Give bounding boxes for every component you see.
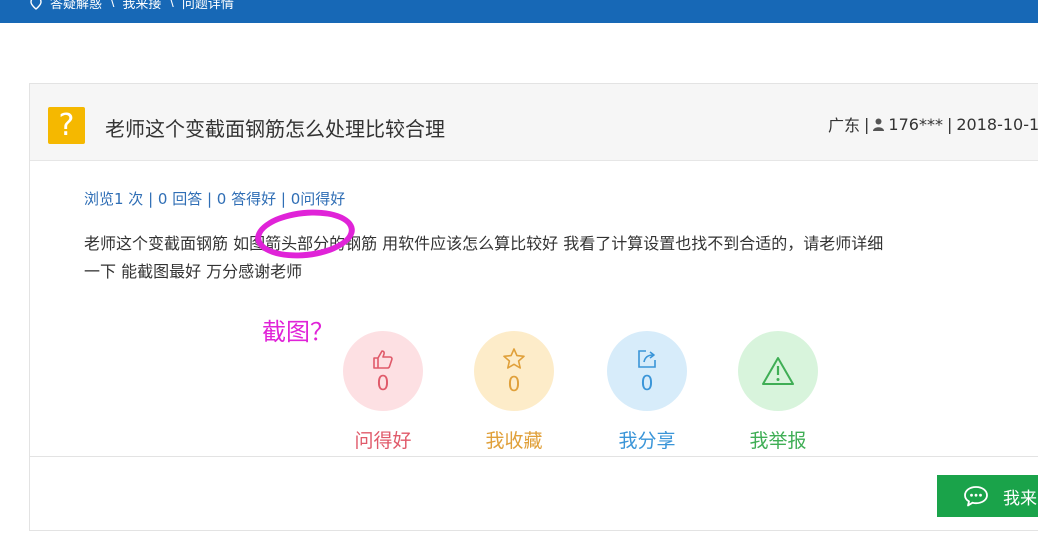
question-meta: 广东 | 176*** | 2018-10-1 xyxy=(828,112,1038,136)
user-icon xyxy=(873,118,885,131)
share-label[interactable]: 我分享 xyxy=(597,426,697,453)
breadcrumb-current: 问题详情 xyxy=(181,0,234,12)
warning-icon xyxy=(762,357,794,385)
content-line: 一下 能截图最好 万分感谢老师 xyxy=(84,262,303,281)
question-card: ? 老师这个变截面钢筋怎么处理比较合理 广东 | 176*** | 2018-1… xyxy=(29,83,1038,531)
question-region: 广东 xyxy=(828,116,861,135)
question-title: 老师这个变截面钢筋怎么处理比较合理 xyxy=(105,117,445,141)
breadcrumb-separator: \ xyxy=(110,0,115,10)
question-content: 老师这个变截面钢筋 如图箭头部分的钢筋 用软件应该怎么算比较好 我看了计算设置也… xyxy=(84,230,1038,286)
favorite-button[interactable]: 0 xyxy=(474,331,554,411)
breadcrumb-home[interactable]: 答疑解惑 xyxy=(50,0,102,12)
question-user[interactable]: 176*** xyxy=(888,115,943,134)
top-nav-bar: 答疑解惑 \ 我来接 \ 问题详情 xyxy=(0,0,1038,23)
favorite-label[interactable]: 我收藏 xyxy=(464,426,564,453)
share-button[interactable]: 0 xyxy=(607,331,687,411)
location-icon xyxy=(30,0,42,10)
question-stats: 浏览1 次 | 0 回答 | 0 答得好 | 0问得好 xyxy=(84,190,346,208)
meta-separator: | xyxy=(946,114,953,134)
share-icon xyxy=(638,350,656,368)
breadcrumb-level2[interactable]: 我来接 xyxy=(122,0,161,12)
good-question-button[interactable]: 0 xyxy=(343,331,423,411)
meta-separator: | xyxy=(864,114,870,134)
question-mark-icon: ? xyxy=(48,107,85,144)
report-label[interactable]: 我举报 xyxy=(728,426,828,453)
breadcrumb: 答疑解惑 \ 我来接 \ 问题详情 xyxy=(30,0,234,12)
answer-button[interactable]: 我来 xyxy=(937,475,1038,517)
favorite-count: 0 xyxy=(507,372,521,396)
card-divider xyxy=(30,456,1038,457)
report-button[interactable] xyxy=(738,331,818,411)
thumbs-up-icon xyxy=(373,350,393,369)
question-date: 2018-10-1 xyxy=(956,114,1038,134)
share-count: 0 xyxy=(640,371,654,395)
question-header: ? 老师这个变截面钢筋怎么处理比较合理 广东 | 176*** | 2018-1… xyxy=(30,84,1038,161)
star-icon xyxy=(503,348,525,369)
chat-bubble-icon xyxy=(964,486,988,507)
content-line: 老师这个变截面钢筋 如图箭头部分的钢筋 用软件应该怎么算比较好 我看了计算设置也… xyxy=(84,234,884,253)
answer-button-label: 我来 xyxy=(1003,488,1037,509)
breadcrumb-separator: \ xyxy=(169,0,174,10)
good-question-label[interactable]: 问得好 xyxy=(333,426,433,453)
annotation-text: 截图？ xyxy=(262,318,334,346)
good-question-count: 0 xyxy=(376,371,390,395)
